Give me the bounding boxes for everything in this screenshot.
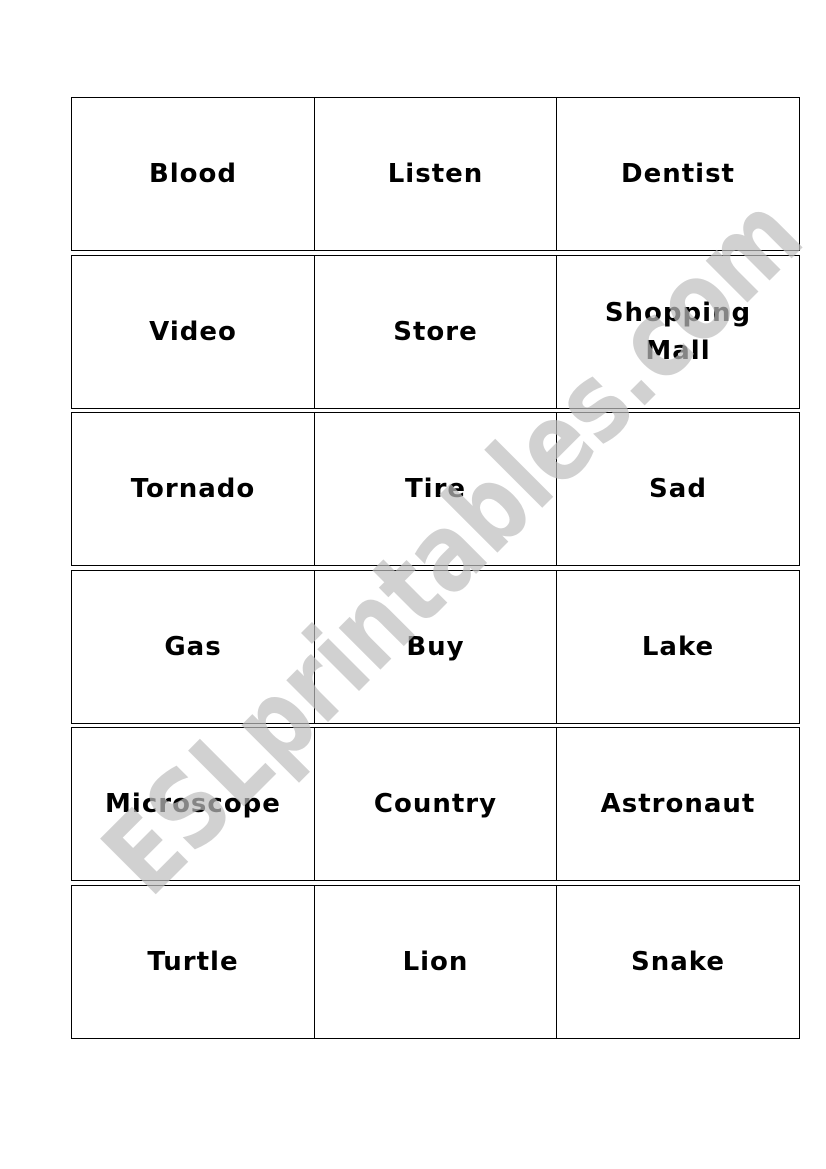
word-text: Video [149, 317, 237, 347]
word-text: Country [373, 789, 498, 819]
word-card: Video [72, 256, 315, 408]
table-row: Video Store Shopping Mall [71, 255, 800, 409]
table-row: Tornado Tire Sad [71, 412, 800, 566]
word-card: Lion [315, 886, 557, 1038]
word-card: Astronaut [557, 728, 799, 880]
worksheet-page: Blood Listen Dentist Video Store Shoppin… [0, 0, 826, 1169]
word-text: Snake [630, 947, 725, 977]
word-card: Snake [557, 886, 799, 1038]
word-card: Sad [557, 413, 799, 565]
word-card: Store [315, 256, 557, 408]
word-text: Shopping Mall [604, 298, 752, 366]
word-card: Microscope [72, 728, 315, 880]
table-row: Microscope Country Astronaut [71, 727, 800, 881]
word-card: Gas [72, 571, 315, 723]
word-text: Dentist [621, 159, 735, 189]
word-card: Buy [315, 571, 557, 723]
word-card: Blood [72, 98, 315, 250]
word-text: Tire [404, 474, 467, 504]
word-card: Turtle [72, 886, 315, 1038]
word-card: Tornado [72, 413, 315, 565]
word-card: Shopping Mall [557, 256, 799, 408]
word-text: Tornado [130, 474, 256, 504]
word-card: Tire [315, 413, 557, 565]
word-text: Store [393, 317, 478, 347]
word-text: Sad [649, 474, 707, 504]
table-row: Turtle Lion Snake [71, 885, 800, 1039]
word-text: Astronaut [600, 789, 756, 819]
word-text: Buy [406, 632, 465, 662]
word-card: Lake [557, 571, 799, 723]
word-text: Blood [148, 159, 238, 189]
word-card: Listen [315, 98, 557, 250]
word-text: Microscope [105, 789, 281, 819]
word-text: Lion [402, 947, 469, 977]
word-text: Gas [164, 632, 222, 662]
word-text: Turtle [147, 947, 239, 977]
word-text: Lake [641, 632, 715, 662]
word-card: Country [315, 728, 557, 880]
word-text: Listen [387, 159, 484, 189]
table-row: Gas Buy Lake [71, 570, 800, 724]
table-row: Blood Listen Dentist [71, 97, 800, 251]
word-card: Dentist [557, 98, 799, 250]
